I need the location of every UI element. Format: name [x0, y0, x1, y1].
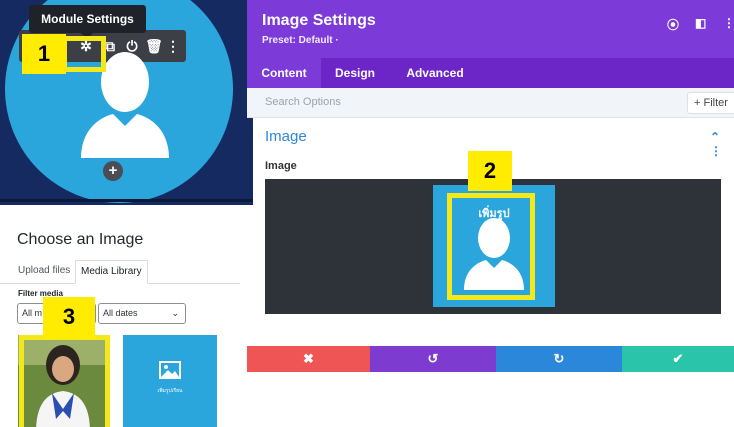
section-collapse-icon[interactable]: ⌃ ⋮: [710, 130, 734, 158]
date-select[interactable]: All dates ⌄: [98, 303, 186, 324]
module-canvas-panel: ✥ ✲ ⧉ ⏻ 🗑 ⋮ Module Settings + 1: [0, 0, 253, 205]
preset-selector[interactable]: Preset: Default ·: [262, 35, 339, 46]
tab-media-library[interactable]: Media Library: [75, 260, 148, 284]
modal-title: Choose an Image: [17, 231, 144, 248]
image-field-label: Image: [265, 160, 297, 172]
gear-highlight-box: [62, 36, 106, 72]
step-badge-1: 1: [22, 34, 66, 74]
upload-highlight-box: [447, 193, 535, 300]
undo-button[interactable]: ↺: [370, 346, 496, 372]
image-icon: [159, 361, 181, 379]
expand-icon[interactable]: ⦿: [667, 16, 679, 33]
sidebar-icon[interactable]: ◧: [695, 16, 706, 30]
more-options-icon[interactable]: ⋮: [723, 16, 734, 30]
tab-advanced[interactable]: Advanced: [395, 58, 475, 88]
filter-button[interactable]: + Filter: [687, 92, 734, 114]
discard-button[interactable]: ✖: [247, 346, 370, 372]
step-badge-2: 2: [468, 151, 512, 191]
media-library-panel: Choose an Image Upload files Media Libra…: [0, 215, 240, 427]
tab-design[interactable]: Design: [327, 58, 383, 88]
thumbnail-caption: เพิ่มรูปเรียน: [157, 388, 183, 394]
media-thumbnail-placeholder[interactable]: [123, 335, 217, 427]
redo-button[interactable]: ↻: [496, 346, 622, 372]
module-settings-tooltip: Module Settings: [29, 5, 146, 39]
tab-upload-files[interactable]: Upload files: [13, 260, 75, 284]
thumbnail-highlight-box: [19, 335, 110, 427]
settings-title: Image Settings: [262, 12, 376, 29]
chevron-down-icon: ⌄: [171, 308, 179, 318]
search-input[interactable]: Search Options: [265, 96, 341, 108]
section-title-image[interactable]: Image: [265, 128, 307, 145]
row-divider: [0, 199, 253, 202]
save-button[interactable]: ✔: [622, 346, 734, 372]
step-badge-3: 3: [43, 297, 95, 339]
date-select-value: All dates: [103, 308, 138, 318]
image-settings-panel: Image Settings Preset: Default · ⦿ ◧ ⋮ C…: [247, 0, 734, 372]
add-module-button[interactable]: +: [103, 161, 123, 181]
tab-content[interactable]: Content: [247, 58, 321, 88]
